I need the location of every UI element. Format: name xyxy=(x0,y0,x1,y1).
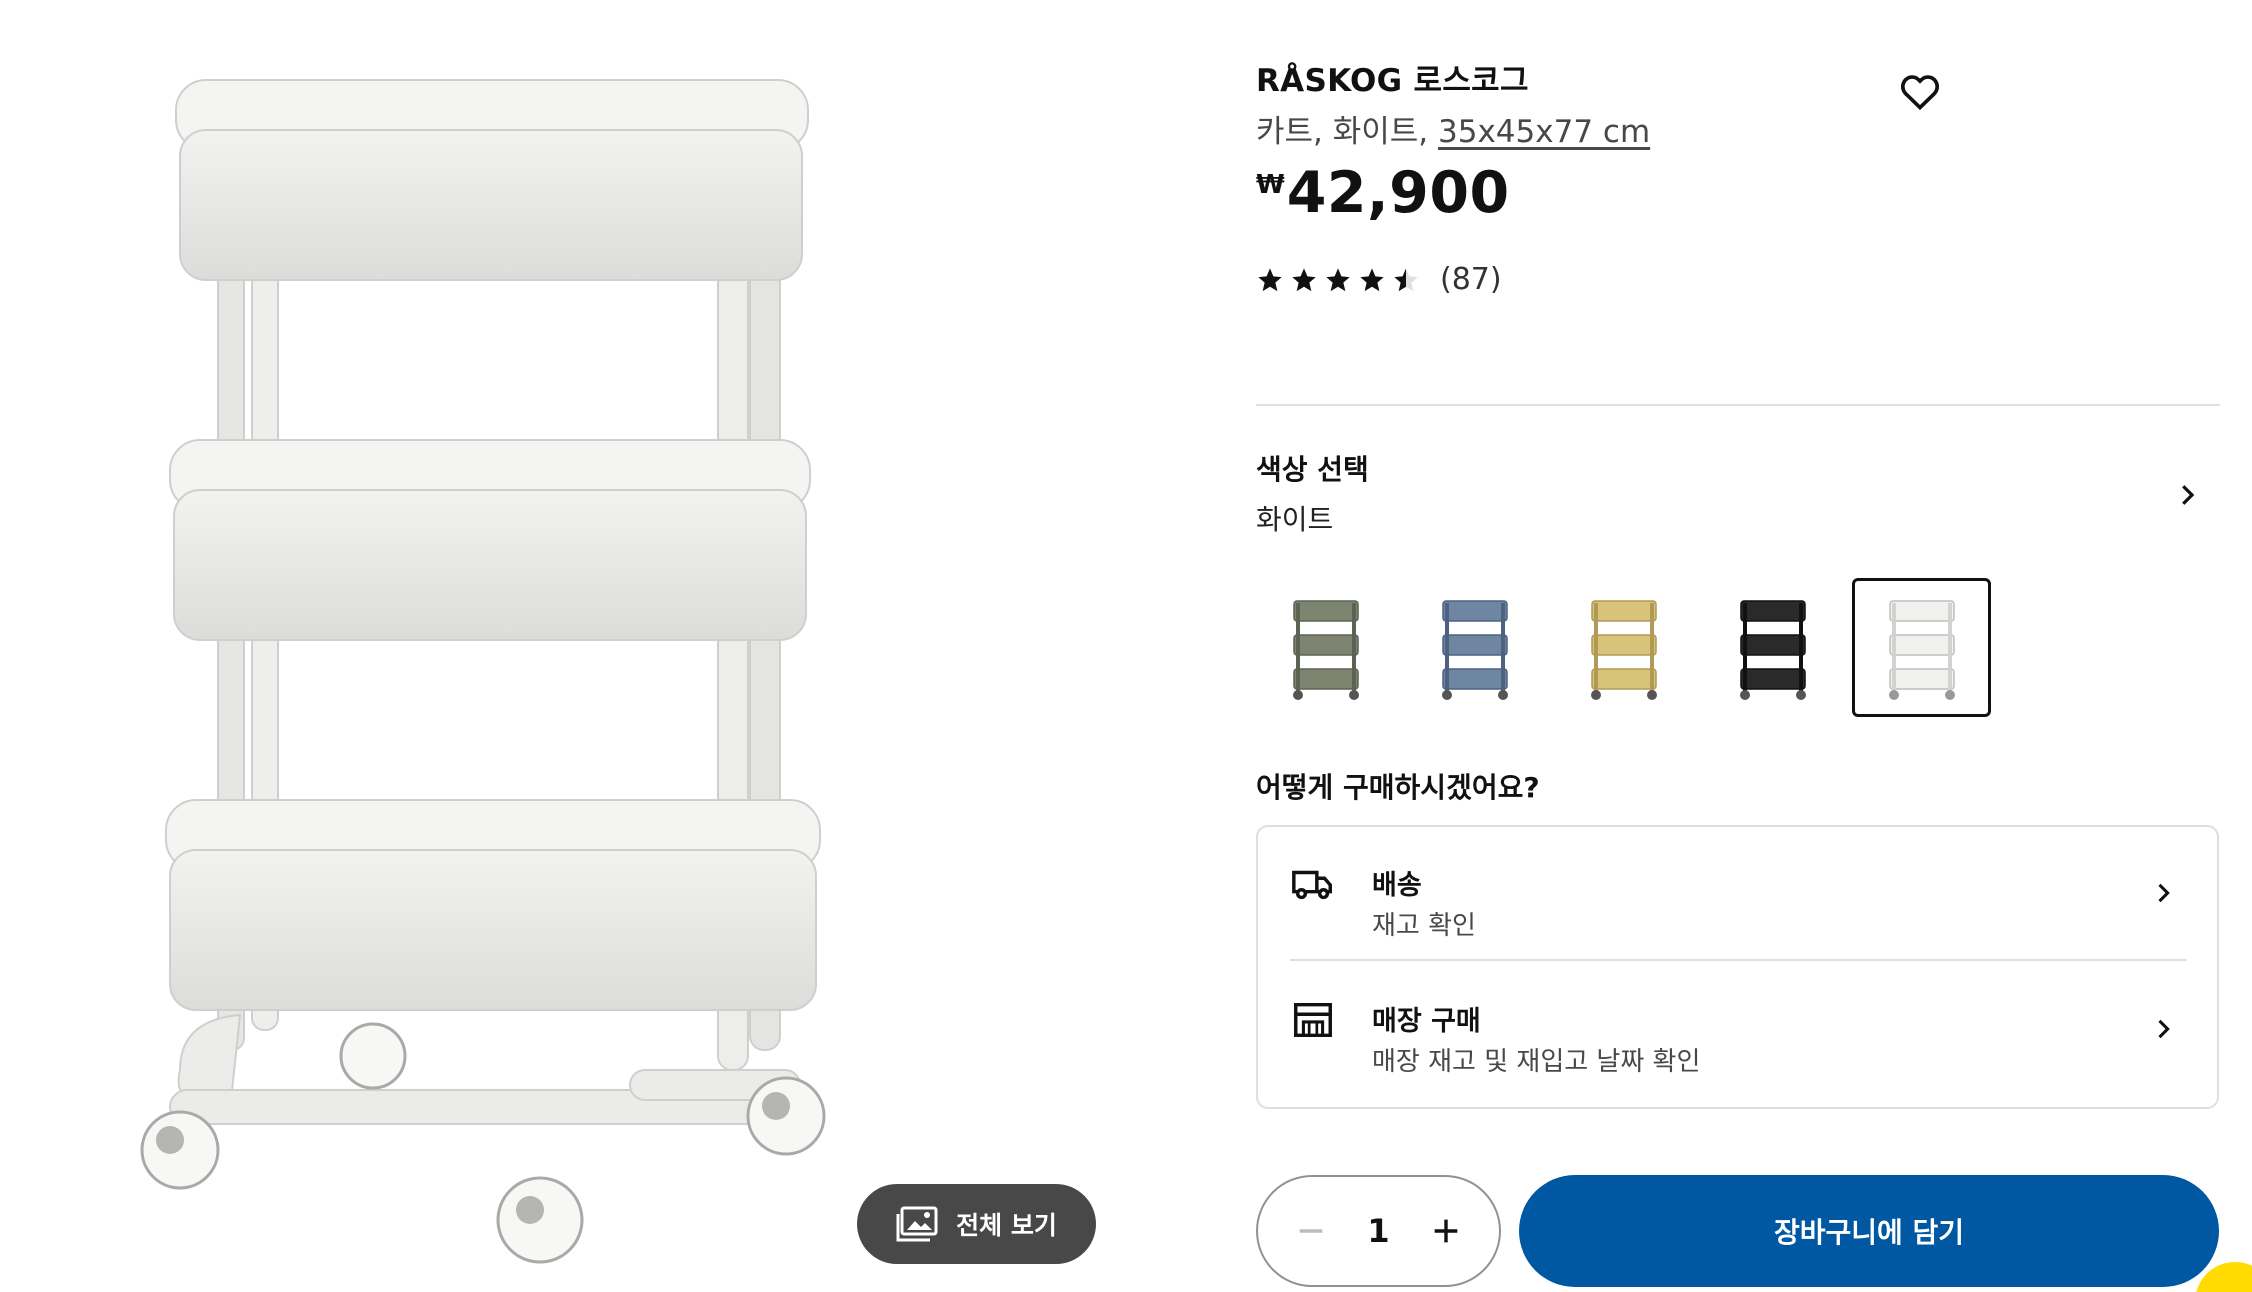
cart-thumbnail-icon xyxy=(1441,599,1508,700)
chevron-right-icon xyxy=(2182,485,2195,505)
cart-thumbnail-icon xyxy=(1292,599,1359,700)
rating-stars xyxy=(1256,266,1420,294)
color-label: 색상 선택 xyxy=(1256,453,1369,486)
store-subtitle: 매장 재고 및 재입고 날짜 확인 xyxy=(1372,1047,1701,1077)
cart-thumbnail-icon xyxy=(1590,599,1657,700)
swatch-beige[interactable] xyxy=(1554,578,1693,717)
price-amount: 42,900 xyxy=(1286,160,1510,226)
cart-thumbnail-icon xyxy=(1888,599,1955,700)
view-all-button[interactable]: 전체 보기 xyxy=(857,1184,1096,1264)
add-to-cart-button[interactable]: 장바구니에 담기 xyxy=(1519,1175,2219,1287)
store-icon xyxy=(1294,1002,1332,1038)
selected-color: 화이트 xyxy=(1256,503,1334,536)
product-image[interactable] xyxy=(110,40,910,1290)
product-description: 카트, 화이트, 35x45x77 cm xyxy=(1256,106,1650,151)
currency-symbol: ₩ xyxy=(1256,170,1285,200)
store-option[interactable]: 매장 구매 매장 재고 및 재입고 날짜 확인 xyxy=(1290,963,2187,1097)
cart-thumbnail-icon xyxy=(1739,599,1806,700)
star-full-icon xyxy=(1360,267,1384,291)
product-gallery: 전체 보기 xyxy=(0,0,1120,1292)
star-half-icon xyxy=(1394,267,1418,291)
plus-icon[interactable] xyxy=(1429,1214,1463,1248)
gallery-icon xyxy=(896,1206,938,1242)
chevron-right-icon xyxy=(2158,1019,2170,1039)
product-rating[interactable]: (87) xyxy=(1256,262,1502,297)
swatch-blue[interactable] xyxy=(1405,578,1544,717)
quantity-stepper: 1 xyxy=(1256,1175,1501,1287)
product-name: RÅSKOG 로스코그 xyxy=(1256,63,1529,99)
star-full-icon xyxy=(1292,267,1316,291)
swatch-green-gray[interactable] xyxy=(1256,578,1395,717)
purchase-options: 배송 재고 확인 매장 구매 매장 재고 및 재입고 날짜 확인 xyxy=(1256,825,2219,1109)
view-all-label: 전체 보기 xyxy=(956,1211,1057,1240)
chevron-right-icon xyxy=(2158,883,2170,903)
product-price: ₩ 42,900 xyxy=(1256,160,1510,226)
delivery-subtitle: 재고 확인 xyxy=(1372,911,1476,941)
color-selector[interactable]: 색상 선택 화이트 xyxy=(1256,442,2220,552)
quantity-value[interactable]: 1 xyxy=(1367,1212,1389,1250)
star-full-icon xyxy=(1326,267,1350,291)
store-title: 매장 구매 xyxy=(1372,1006,1481,1037)
product-type-color: 카트, 화이트, xyxy=(1256,114,1439,150)
wishlist-heart-icon[interactable] xyxy=(1898,70,1942,114)
review-count: (87) xyxy=(1440,262,1502,297)
minus-icon[interactable] xyxy=(1294,1214,1328,1248)
color-swatches xyxy=(1256,578,1991,717)
product-dimensions-link[interactable]: 35x45x77 cm xyxy=(1438,114,1650,150)
delivery-option[interactable]: 배송 재고 확인 xyxy=(1290,827,2187,961)
section-divider xyxy=(1256,404,2220,406)
star-full-icon xyxy=(1258,267,1282,291)
delivery-title: 배송 xyxy=(1372,870,1422,901)
swatch-white[interactable] xyxy=(1852,578,1991,717)
truck-icon xyxy=(1292,870,1332,900)
purchase-heading: 어떻게 구매하시겠어요? xyxy=(1256,771,1540,804)
swatch-black[interactable] xyxy=(1703,578,1842,717)
